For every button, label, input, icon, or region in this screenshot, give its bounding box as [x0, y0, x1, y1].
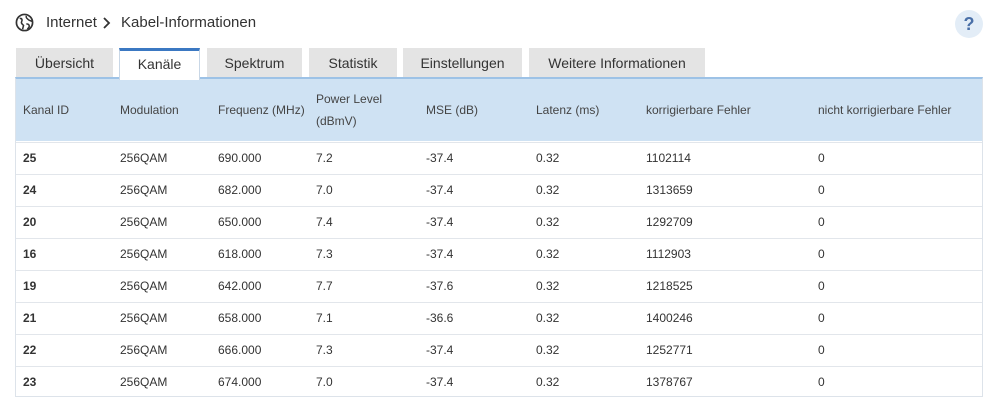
table-row: 21 256QAM 658.000 7.1 -36.6 0.32 1400246… [16, 302, 982, 334]
chevron-right-icon [103, 17, 111, 29]
cell-latenz: 0.32 [536, 151, 560, 165]
cell-kanal-id: 24 [23, 183, 37, 197]
table-row: 23 256QAM 674.000 7.0 -37.4 0.32 1378767… [16, 366, 982, 398]
cell-frequenz: 650.000 [218, 215, 262, 229]
cell-frequenz: 690.000 [218, 151, 262, 165]
cell-nicht-korrigierbare-fehler: 0 [818, 343, 825, 357]
cell-latenz: 0.32 [536, 343, 560, 357]
cell-korrigierbare-fehler: 1313659 [646, 183, 693, 197]
table-row: 22 256QAM 666.000 7.3 -37.4 0.32 1252771… [16, 334, 982, 366]
tab-statistik[interactable]: Statistik [309, 48, 397, 78]
cell-latenz: 0.32 [536, 247, 560, 261]
top-bar: Internet Kabel-Informationen ? [0, 0, 999, 46]
cell-korrigierbare-fehler: 1112903 [646, 247, 691, 261]
cell-power-level: 7.3 [316, 247, 333, 261]
header-mse: MSE (dB) [426, 103, 479, 117]
cell-mse: -37.4 [426, 151, 454, 165]
table-row: 16 256QAM 618.000 7.3 -37.4 0.32 1112903… [16, 238, 982, 270]
cell-frequenz: 674.000 [218, 375, 262, 389]
cell-latenz: 0.32 [536, 215, 560, 229]
cell-latenz: 0.32 [536, 311, 560, 325]
cell-mse: -37.6 [426, 279, 454, 293]
cell-power-level: 7.4 [316, 215, 333, 229]
header-power-level-line2: (dBmV) [316, 114, 357, 128]
cell-korrigierbare-fehler: 1252771 [646, 343, 693, 357]
tab-weitere-informationen[interactable]: Weitere Informationen [529, 48, 705, 78]
cell-korrigierbare-fehler: 1378767 [646, 375, 693, 389]
cell-mse: -37.4 [426, 247, 454, 261]
tab-uebersicht[interactable]: Übersicht [16, 48, 113, 78]
cell-modulation: 256QAM [120, 247, 168, 261]
cell-korrigierbare-fehler: 1400246 [646, 311, 693, 325]
cell-modulation: 256QAM [120, 343, 168, 357]
cell-nicht-korrigierbare-fehler: 0 [818, 215, 825, 229]
breadcrumb-kabel-informationen: Kabel-Informationen [121, 14, 257, 31]
tab-einstellungen[interactable]: Einstellungen [403, 48, 522, 78]
cell-power-level: 7.0 [316, 183, 333, 197]
header-frequenz: Frequenz (MHz) [218, 103, 305, 117]
header-kanal-id: Kanal ID [23, 103, 70, 117]
cell-power-level: 7.3 [316, 343, 333, 357]
cell-modulation: 256QAM [120, 183, 168, 197]
cell-kanal-id: 21 [23, 311, 37, 325]
cell-mse: -36.6 [426, 311, 454, 325]
cell-mse: -37.4 [426, 375, 454, 389]
cell-korrigierbare-fehler: 1218525 [646, 279, 693, 293]
cell-nicht-korrigierbare-fehler: 0 [818, 279, 825, 293]
cell-mse: -37.4 [426, 343, 454, 357]
cell-frequenz: 666.000 [218, 343, 262, 357]
cell-latenz: 0.32 [536, 183, 560, 197]
table-header: Kanal ID Modulation Frequenz (MHz) Power… [16, 79, 982, 141]
cell-frequenz: 658.000 [218, 311, 262, 325]
cell-korrigierbare-fehler: 1292709 [646, 215, 693, 229]
tab-spektrum[interactable]: Spektrum [207, 48, 302, 78]
cell-latenz: 0.32 [536, 375, 560, 389]
header-power-level: Power Level (dBmV) [316, 88, 382, 132]
cell-modulation: 256QAM [120, 311, 168, 325]
cell-power-level: 7.7 [316, 279, 333, 293]
cell-nicht-korrigierbare-fehler: 0 [818, 151, 825, 165]
cell-power-level: 7.0 [316, 375, 333, 389]
cell-frequenz: 682.000 [218, 183, 262, 197]
header-nicht-korrigierbare-fehler: nicht korrigierbare Fehler [818, 103, 952, 117]
header-power-level-line1: Power Level [316, 92, 383, 106]
cell-modulation: 256QAM [120, 151, 168, 165]
cell-power-level: 7.1 [316, 311, 333, 325]
header-latenz: Latenz (ms) [536, 103, 600, 117]
cell-nicht-korrigierbare-fehler: 0 [818, 375, 825, 389]
cell-nicht-korrigierbare-fehler: 0 [818, 183, 825, 197]
help-button[interactable]: ? [955, 10, 983, 38]
channel-table: Kanal ID Modulation Frequenz (MHz) Power… [15, 77, 983, 397]
table-row: 19 256QAM 642.000 7.7 -37.6 0.32 1218525… [16, 270, 982, 302]
breadcrumb-internet[interactable]: Internet [46, 14, 97, 32]
cell-frequenz: 618.000 [218, 247, 262, 261]
header-modulation: Modulation [120, 103, 179, 117]
cell-modulation: 256QAM [120, 215, 168, 229]
table-row: 20 256QAM 650.000 7.4 -37.4 0.32 1292709… [16, 206, 982, 238]
tab-kanaele[interactable]: Kanäle [119, 48, 200, 80]
cell-kanal-id: 23 [23, 375, 37, 389]
cell-latenz: 0.32 [536, 279, 560, 293]
table-row: 24 256QAM 682.000 7.0 -37.4 0.32 1313659… [16, 174, 982, 206]
cell-modulation: 256QAM [120, 375, 168, 389]
cell-kanal-id: 20 [23, 215, 37, 229]
cell-mse: -37.4 [426, 215, 454, 229]
cell-mse: -37.4 [426, 183, 454, 197]
globe-icon [15, 13, 34, 32]
cell-kanal-id: 22 [23, 343, 37, 357]
cell-korrigierbare-fehler: 1102114 [646, 151, 691, 165]
table-row: 25 256QAM 690.000 7.2 -37.4 0.32 1102114… [16, 142, 982, 174]
cell-power-level: 7.2 [316, 151, 333, 165]
cell-nicht-korrigierbare-fehler: 0 [818, 311, 825, 325]
header-korrigierbare-fehler: korrigierbare Fehler [646, 103, 751, 117]
cell-frequenz: 642.000 [218, 279, 262, 293]
cell-kanal-id: 25 [23, 151, 37, 165]
cell-kanal-id: 16 [23, 247, 37, 261]
cell-nicht-korrigierbare-fehler: 0 [818, 247, 825, 261]
cell-kanal-id: 19 [23, 279, 37, 293]
cell-modulation: 256QAM [120, 279, 168, 293]
